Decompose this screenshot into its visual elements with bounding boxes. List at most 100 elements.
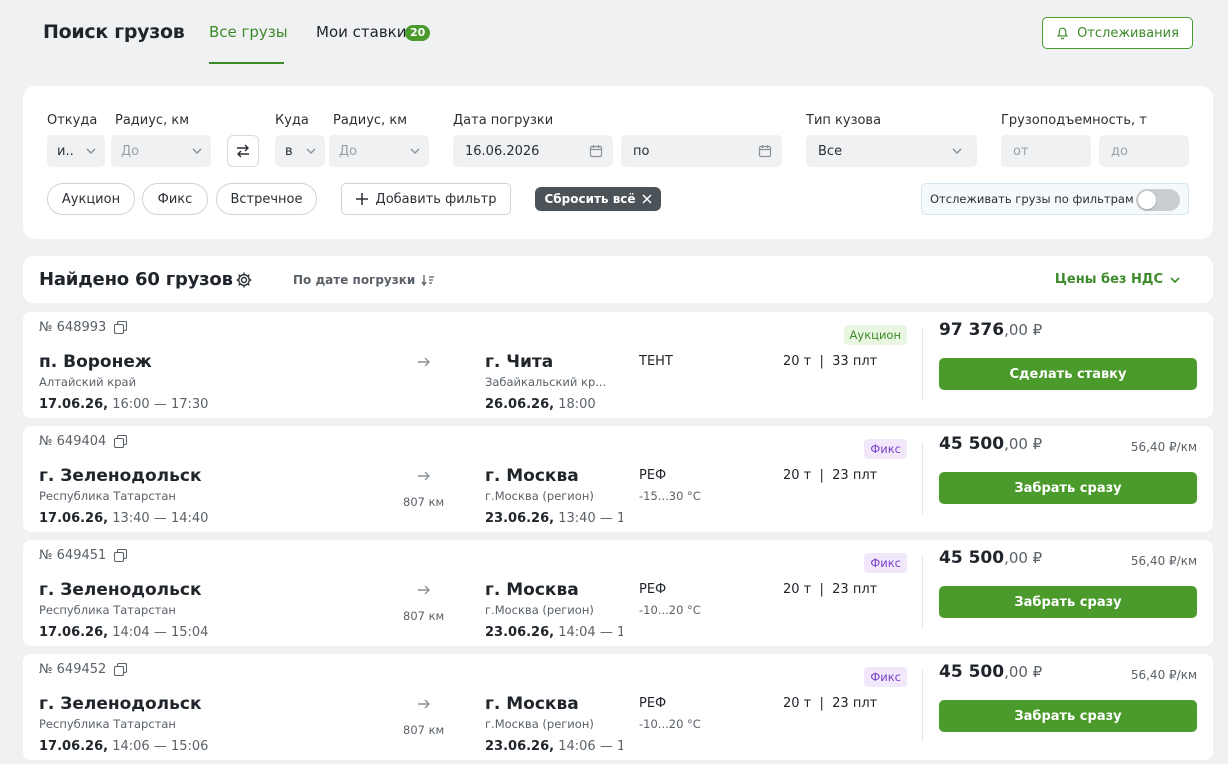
reset-all-label: Сбросить всё: [544, 192, 636, 206]
place-bid-button[interactable]: Сделать ставку: [939, 358, 1197, 390]
divider: [922, 328, 923, 400]
from-select[interactable]: и..: [47, 135, 105, 167]
body-type: РЕФ: [639, 696, 667, 711]
radius2-placeholder: До: [339, 143, 358, 159]
date-label: Дата погрузки: [453, 113, 554, 128]
chip-return[interactable]: Встречное: [216, 183, 317, 215]
temperature: -10...20 °C: [639, 717, 701, 731]
take-now-button[interactable]: Забрать сразу: [939, 472, 1197, 504]
to-datetime: 23.06.26, 13:40 — 14:40: [485, 511, 623, 526]
gear-icon[interactable]: [235, 271, 253, 289]
capacity-label: Грузоподъемность, т: [1001, 113, 1147, 128]
to-select[interactable]: в: [275, 135, 325, 167]
tracking-button[interactable]: Отслеживания: [1042, 17, 1193, 49]
price: 45 500,00 ₽: [939, 548, 1042, 568]
price-main: 45 500: [939, 662, 1005, 682]
tab-my-bids[interactable]: Мои ставки: [316, 23, 406, 41]
bids-count-badge: 20: [405, 25, 431, 41]
chevron-down-icon: [306, 148, 316, 154]
copy-icon[interactable]: [114, 663, 128, 676]
to-time: 14:06 — 15:06: [558, 739, 623, 754]
copy-icon[interactable]: [114, 549, 128, 562]
cargo-card[interactable]: № 649404 г. Зеленодольск Республика Тата…: [23, 426, 1213, 532]
body-type-select[interactable]: Все: [806, 135, 977, 167]
divider: [922, 442, 923, 514]
date-to-input[interactable]: по: [621, 135, 782, 167]
cargo-card[interactable]: № 649452 г. Зеленодольск Республика Тата…: [23, 654, 1213, 760]
from-datetime: 17.06.26, 14:04 — 15:04: [39, 625, 208, 640]
chip-fix[interactable]: Фикс: [142, 183, 208, 215]
track-toggle[interactable]: [1136, 189, 1180, 211]
add-filter-button[interactable]: Добавить фильтр: [341, 183, 511, 215]
chevron-down-icon: [952, 148, 962, 154]
to-value: в: [285, 143, 293, 159]
radius-label: Радиус, км: [115, 113, 190, 128]
from-city: г. Зеленодольск: [39, 466, 202, 486]
swap-button[interactable]: [227, 135, 259, 167]
radius-select[interactable]: До: [111, 135, 211, 167]
take-now-button[interactable]: Забрать сразу: [939, 586, 1197, 618]
copy-icon[interactable]: [114, 321, 128, 334]
add-filter-label: Добавить фильтр: [375, 191, 497, 207]
to-time: 18:00: [558, 397, 596, 412]
tracking-button-label: Отслеживания: [1077, 25, 1179, 41]
swap-icon: [237, 144, 249, 158]
from-region: Республика Татарстан: [39, 603, 176, 617]
reset-all-button[interactable]: Сбросить всё: [535, 187, 661, 211]
copy-icon[interactable]: [114, 435, 128, 448]
price-per-km: 56,40 ₽/км: [1130, 440, 1197, 454]
capacity-to-placeholder: до: [1111, 143, 1128, 159]
divider: [922, 556, 923, 628]
from-region: Республика Татарстан: [39, 717, 176, 731]
bell-icon: [1056, 27, 1069, 39]
from-datetime: 17.06.26, 13:40 — 14:40: [39, 511, 208, 526]
vat-toggle[interactable]: Цены без НДС: [1055, 272, 1181, 287]
to-region: г.Москва (регион): [485, 489, 594, 503]
results-header: Найдено 60 грузов По дате погрузки Цены …: [23, 256, 1213, 303]
distance: 807 км: [403, 723, 445, 737]
to-datetime: 26.06.26, 18:00: [485, 397, 623, 412]
capacity-to-input[interactable]: до: [1099, 135, 1189, 167]
from-city: г. Зеленодольск: [39, 694, 202, 714]
from-city: п. Воронеж: [39, 352, 152, 372]
take-now-button[interactable]: Забрать сразу: [939, 700, 1197, 732]
cargo-number-text: № 649404: [39, 434, 107, 449]
from-time: 14:04 — 15:04: [112, 625, 209, 640]
to-date: 23.06.26,: [485, 739, 555, 754]
price: 45 500,00 ₽: [939, 662, 1042, 682]
arrow-right-icon: [418, 357, 430, 367]
track-by-filters-label: Отслеживать грузы по фильтрам: [930, 192, 1134, 206]
from-date: 17.06.26,: [39, 739, 109, 754]
chevron-down-icon: [1170, 276, 1180, 283]
sort-control[interactable]: По дате погрузки: [293, 273, 435, 287]
tab-all-cargo[interactable]: Все грузы: [209, 23, 288, 41]
arrow-right-icon: [418, 471, 430, 481]
from-label: Откуда: [47, 113, 98, 128]
cargo-number: № 649404: [39, 434, 128, 449]
price-cents: ,00 ₽: [1004, 663, 1043, 681]
body-type-value: Все: [818, 143, 843, 159]
from-region: Республика Татарстан: [39, 489, 176, 503]
to-region: г.Москва (регион): [485, 717, 594, 731]
date-from-input[interactable]: 16.06.2026: [453, 135, 613, 167]
price-cents: ,00 ₽: [1004, 321, 1043, 339]
body-type: РЕФ: [639, 468, 667, 483]
to-date: 23.06.26,: [485, 625, 555, 640]
track-by-filters: Отслеживать грузы по фильтрам: [921, 183, 1189, 215]
to-date: 26.06.26,: [485, 397, 555, 412]
sort-label: По дате погрузки: [293, 273, 416, 287]
temperature: -15...30 °C: [639, 489, 701, 503]
capacity-from-input[interactable]: от: [1001, 135, 1091, 167]
to-region: г.Москва (регион): [485, 603, 594, 617]
deal-type-badge: Фикс: [864, 667, 907, 687]
to-city: г. Москва: [485, 694, 579, 714]
cargo-card[interactable]: № 648993 п. Воронеж Алтайский край 17.06…: [23, 312, 1213, 418]
close-icon: [642, 194, 652, 204]
cargo-card[interactable]: № 649451 г. Зеленодольск Республика Тата…: [23, 540, 1213, 646]
deal-type-badge: Фикс: [864, 553, 907, 573]
cargo-number-text: № 649451: [39, 548, 107, 563]
radius2-select[interactable]: До: [329, 135, 429, 167]
from-region: Алтайский край: [39, 375, 137, 389]
calendar-icon: [758, 145, 772, 158]
chip-auction[interactable]: Аукцион: [47, 183, 135, 215]
